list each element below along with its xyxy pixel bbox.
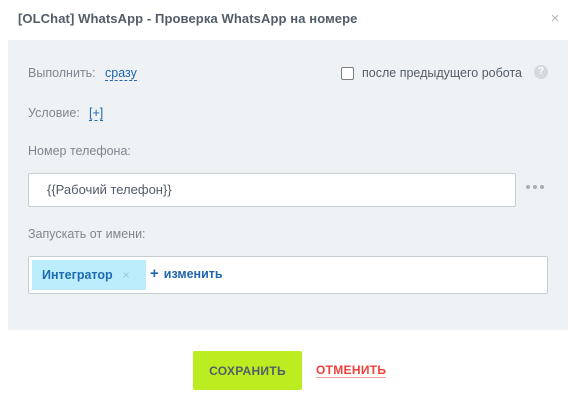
- save-button[interactable]: СОХРАНИТЬ: [193, 351, 302, 390]
- after-previous-checkbox[interactable]: [341, 66, 354, 80]
- cancel-button[interactable]: ОТМЕНИТЬ: [316, 363, 387, 378]
- execute-value-link[interactable]: сразу: [105, 66, 137, 81]
- change-user-label: изменить: [163, 267, 223, 281]
- phone-label: Номер телефона:: [28, 144, 131, 158]
- phone-input[interactable]: {{Рабочий телефон}}: [28, 173, 516, 207]
- more-dots-icon[interactable]: [526, 180, 544, 194]
- after-previous-label: после предыдущего робота: [362, 66, 522, 80]
- condition-add-link[interactable]: [+]: [89, 106, 104, 121]
- run-as-user-selector[interactable]: Интегратор × + изменить: [28, 256, 548, 294]
- execute-label: Выполнить:: [28, 66, 96, 80]
- condition-label: Условие:: [28, 106, 80, 120]
- dot: [533, 185, 537, 189]
- user-tag: Интегратор ×: [32, 260, 146, 290]
- robot-settings-dialog: [OLChat] WhatsApp - Проверка WhatsApp на…: [0, 0, 573, 405]
- settings-panel: Выполнить: сразу после предыдущего робот…: [8, 40, 568, 330]
- change-user-link[interactable]: + изменить: [150, 265, 223, 282]
- remove-icon[interactable]: ×: [123, 268, 130, 282]
- user-tag-label: Интегратор: [42, 268, 113, 282]
- after-previous-option[interactable]: после предыдущего робота: [341, 66, 522, 80]
- run-as-label: Запускать от имени:: [28, 227, 146, 241]
- dialog-title: [OLChat] WhatsApp - Проверка WhatsApp на…: [18, 11, 358, 26]
- plus-icon: +: [150, 265, 159, 282]
- dot: [526, 185, 530, 189]
- dot: [540, 185, 544, 189]
- close-icon[interactable]: ×: [548, 11, 562, 26]
- help-icon[interactable]: ?: [534, 65, 548, 79]
